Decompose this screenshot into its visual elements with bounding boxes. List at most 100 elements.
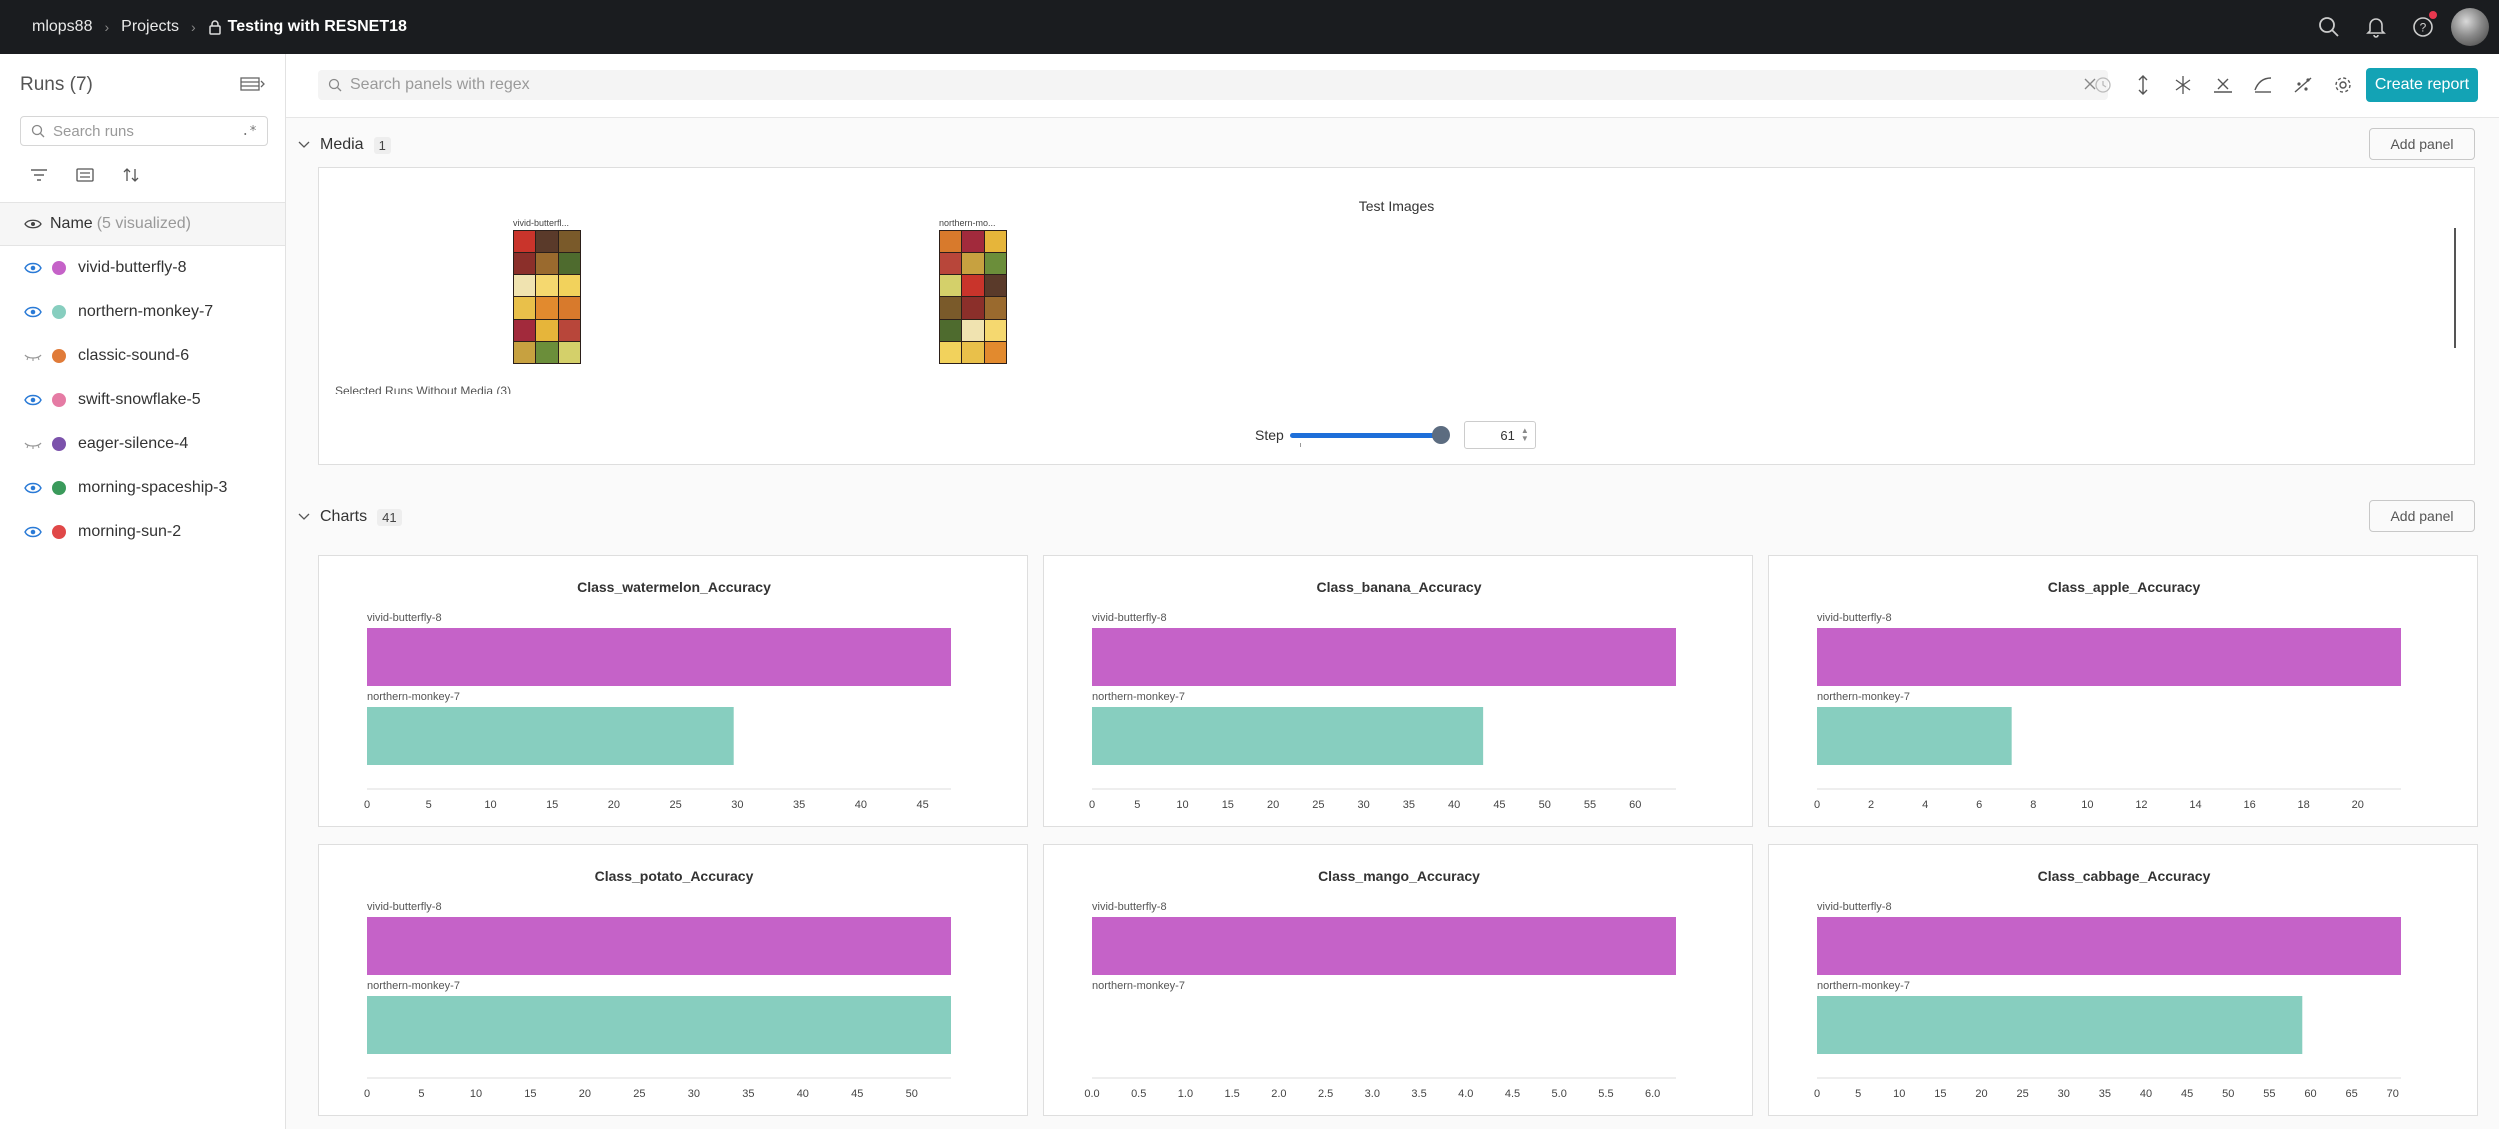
chart-panel[interactable]: Class_banana_Accuracy vivid-butterfly-8 no… <box>1043 555 1753 827</box>
charts-section-header[interactable]: Charts 41 <box>298 502 402 532</box>
series-label: northern-monkey-7 <box>1817 980 1910 992</box>
stepper-arrows-icon[interactable]: ▲ ▼ <box>1521 427 1529 443</box>
x-axis-icon[interactable] <box>2210 72 2236 98</box>
x-tick-label: 10 <box>1893 1088 1905 1100</box>
x-tick-label: 4 <box>1922 799 1928 811</box>
series-label: vivid-butterfly-8 <box>1092 612 1167 624</box>
run-row[interactable]: northern-monkey-7 <box>0 290 285 334</box>
run-color-swatch[interactable] <box>52 437 66 451</box>
svg-text:?: ? <box>2420 21 2427 35</box>
run-name[interactable]: northern-monkey-7 <box>78 303 213 321</box>
chart-title: Class_banana_Accuracy <box>1317 579 1482 595</box>
gear-icon[interactable] <box>2330 72 2356 98</box>
eye-icon[interactable] <box>24 525 42 539</box>
search-icon[interactable] <box>2317 15 2341 39</box>
thumbnail-cell <box>962 319 984 341</box>
bar <box>1817 628 2401 686</box>
run-row[interactable]: morning-sun-2 <box>0 510 285 554</box>
run-row[interactable]: morning-spaceship-3 <box>0 466 285 510</box>
create-report-button[interactable]: Create report <box>2366 68 2478 102</box>
top-bar: mlops88 › Projects › Testing with RESNET… <box>0 0 2499 54</box>
eye-closed-icon[interactable] <box>24 437 42 451</box>
step-input[interactable]: 61 ▲ ▼ <box>1463 421 1536 449</box>
run-name[interactable]: morning-spaceship-3 <box>78 479 227 497</box>
media-scrollbar[interactable] <box>2454 228 2456 348</box>
step-slider[interactable] <box>1289 425 1450 447</box>
add-panel-button[interactable]: Add panel <box>2369 500 2475 532</box>
sort-icon[interactable] <box>120 164 142 186</box>
series-label: vivid-butterfly-8 <box>367 612 442 624</box>
chart-panel[interactable]: Class_cabbage_Accuracy vivid-butterfly-8 n… <box>1768 844 2478 1116</box>
slider-handle[interactable] <box>1431 426 1450 444</box>
name-column-label[interactable]: Name <box>50 215 93 233</box>
chart-panel[interactable]: Class_mango_Accuracy vivid-butterfly-8 nor… <box>1043 844 1753 1116</box>
history-icon[interactable] <box>2090 72 2116 98</box>
run-name[interactable]: classic-sound-6 <box>78 347 189 365</box>
add-panel-button[interactable]: Add panel <box>2369 128 2475 160</box>
run-row[interactable]: eager-silence-4 <box>0 422 285 466</box>
breadcrumb-entity[interactable]: mlops88 <box>32 18 92 36</box>
series-label: northern-monkey-7 <box>1092 980 1185 992</box>
run-row[interactable]: classic-sound-6 <box>0 334 285 378</box>
outlier-icon[interactable] <box>2250 72 2276 98</box>
eye-icon[interactable] <box>24 305 42 319</box>
eye-icon[interactable] <box>24 481 42 495</box>
run-list: vivid-butterfly-8 northern-monkey-7 classi… <box>0 246 285 554</box>
x-tick-label: 30 <box>2058 1088 2070 1100</box>
run-row[interactable]: vivid-butterfly-8 <box>0 246 285 290</box>
run-color-swatch[interactable] <box>52 349 66 363</box>
regex-toggle[interactable]: .* <box>241 124 257 139</box>
x-tick-label: 0.0 <box>1084 1088 1099 1100</box>
run-row[interactable]: swift-snowflake-5 <box>0 378 285 422</box>
x-tick-label: 4.0 <box>1458 1088 1473 1100</box>
thumbnail-cell <box>962 231 984 253</box>
chart-panel[interactable]: Class_watermelon_Accuracy vivid-butterfly… <box>318 555 1028 827</box>
x-tick-label: 5 <box>426 799 432 811</box>
media-run-label: vivid-butterfl... <box>513 218 570 228</box>
expand-vertical-icon[interactable] <box>2130 72 2156 98</box>
x-tick-label: 40 <box>855 799 867 811</box>
step-value: 61 <box>1500 427 1515 443</box>
search-icon <box>328 78 342 92</box>
avatar[interactable] <box>2451 8 2489 46</box>
x-tick-label: 40 <box>797 1088 809 1100</box>
breadcrumb: mlops88 › Projects › Testing with RESNET… <box>32 18 407 36</box>
table-view-icon[interactable] <box>240 76 266 97</box>
media-thumbnail[interactable] <box>939 230 1007 364</box>
panel-search <box>318 70 2108 100</box>
media-section-header[interactable]: Media 1 <box>298 130 391 160</box>
eye-icon[interactable] <box>24 261 42 275</box>
chart-panel[interactable]: Class_potato_Accuracy vivid-butterfly-8 no… <box>318 844 1028 1116</box>
eye-closed-icon[interactable] <box>24 349 42 363</box>
run-color-swatch[interactable] <box>52 525 66 539</box>
run-name[interactable]: swift-snowflake-5 <box>78 391 201 409</box>
eye-icon[interactable] <box>24 218 42 230</box>
scatter-icon[interactable] <box>2290 72 2316 98</box>
run-color-swatch[interactable] <box>52 305 66 319</box>
x-tick-label: 25 <box>1312 799 1324 811</box>
panel-search-input[interactable] <box>350 76 1950 94</box>
thumbnail-cell <box>984 275 1006 297</box>
breadcrumb-projects[interactable]: Projects <box>121 18 179 36</box>
run-color-swatch[interactable] <box>52 261 66 275</box>
group-icon[interactable] <box>74 164 96 186</box>
x-tick-label: 35 <box>793 799 805 811</box>
smoothing-icon[interactable] <box>2170 72 2196 98</box>
run-tools <box>28 164 166 186</box>
run-name[interactable]: vivid-butterfly-8 <box>78 259 186 277</box>
breadcrumb-project[interactable]: Testing with RESNET18 <box>208 18 407 36</box>
bell-icon[interactable] <box>2364 15 2388 39</box>
help-icon[interactable]: ? <box>2411 11 2437 39</box>
filter-icon[interactable] <box>28 164 50 186</box>
chevron-down-icon <box>298 513 310 520</box>
x-tick-label: 10 <box>1176 799 1188 811</box>
run-name[interactable]: morning-sun-2 <box>78 523 181 541</box>
chart-panel[interactable]: Class_apple_Accuracy vivid-butterfly-8 nor… <box>1768 555 2478 827</box>
run-search-input[interactable] <box>53 122 223 140</box>
eye-icon[interactable] <box>24 393 42 407</box>
chart-title: Class_watermelon_Accuracy <box>577 579 771 595</box>
run-name[interactable]: eager-silence-4 <box>78 435 188 453</box>
run-color-swatch[interactable] <box>52 481 66 495</box>
run-color-swatch[interactable] <box>52 393 66 407</box>
media-thumbnail[interactable] <box>513 230 581 364</box>
